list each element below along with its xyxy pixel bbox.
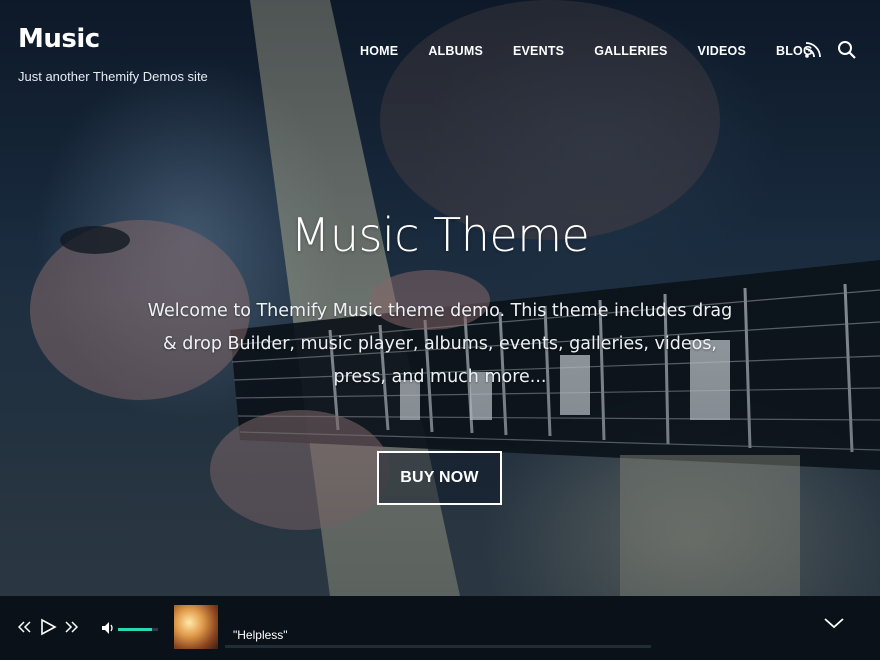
nav-item-home[interactable]: HOME [360, 44, 398, 58]
volume-icon[interactable] [100, 620, 118, 638]
nav-item-galleries[interactable]: GALLERIES [594, 44, 667, 58]
volume-slider-fill [118, 628, 152, 631]
play-icon[interactable] [39, 618, 57, 636]
site-tagline: Just another Themify Demos site [18, 69, 208, 84]
hero-title: Music Theme [290, 208, 590, 262]
nav-item-videos[interactable]: VIDEOS [698, 44, 746, 58]
header-icons [803, 40, 857, 60]
hero-description: Welcome to Themify Music theme demo. Thi… [147, 301, 733, 387]
nav-item-events[interactable]: EVENTS [513, 44, 564, 58]
next-icon[interactable] [64, 620, 82, 638]
chevron-down-icon[interactable] [823, 615, 845, 631]
nav-item-albums[interactable]: ALBUMS [428, 44, 483, 58]
volume-slider[interactable] [118, 628, 158, 631]
site-title[interactable]: Music [18, 24, 100, 54]
main-navigation: HOME ALBUMS EVENTS GALLERIES VIDEOS BLOG [360, 44, 843, 58]
album-thumbnail [174, 605, 218, 649]
buy-now-button[interactable]: BUY NOW [377, 451, 502, 505]
progress-bar[interactable] [225, 645, 651, 648]
track-title: "Helpless" [233, 628, 288, 642]
previous-icon[interactable] [17, 620, 36, 638]
rss-icon[interactable] [803, 40, 823, 60]
search-icon[interactable] [837, 40, 857, 60]
